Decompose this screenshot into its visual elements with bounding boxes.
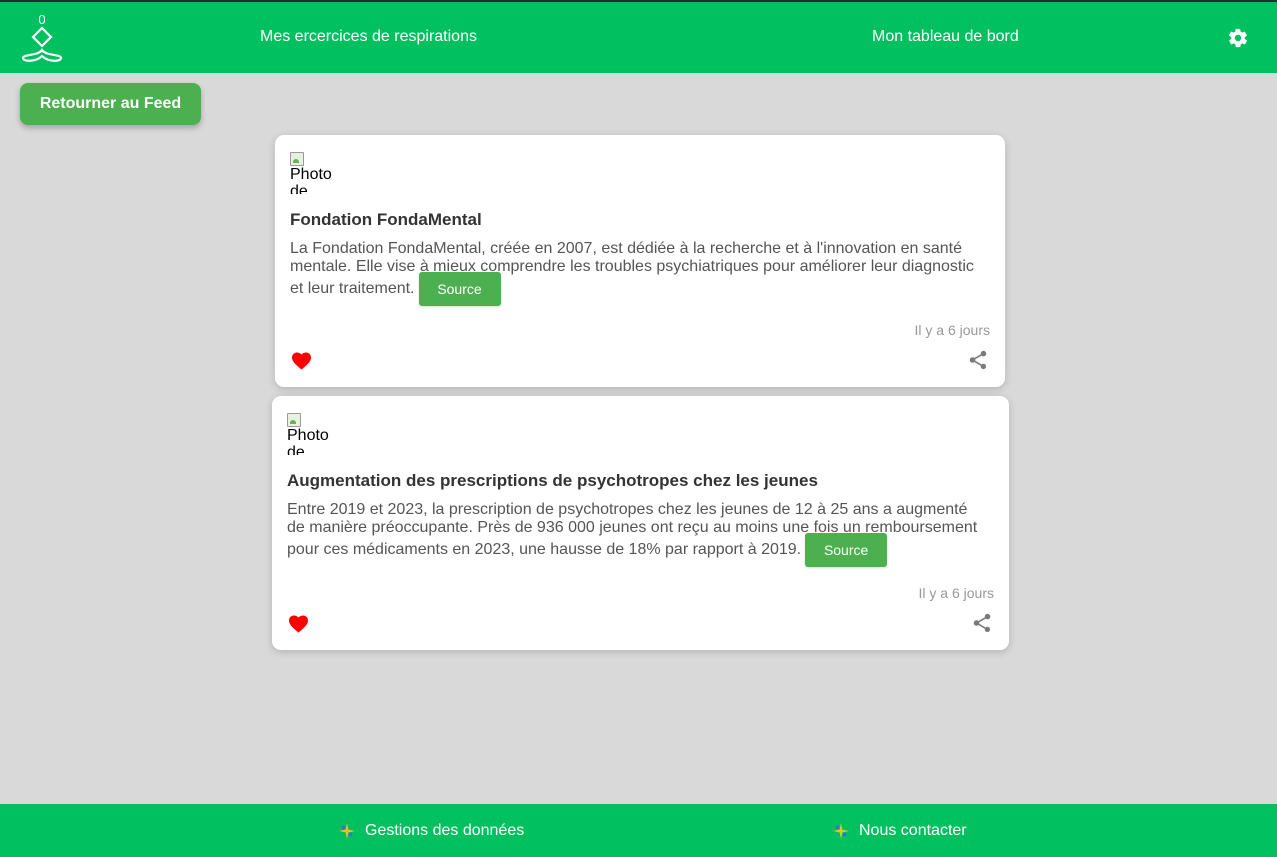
article-text: Entre 2019 et 2023, la prescription de p… xyxy=(287,501,999,567)
footer-contact-link[interactable]: Nous contacter xyxy=(832,822,967,840)
footer-data-management-label: Gestions des données xyxy=(365,822,525,839)
article-text-line: pour ces médicaments en 2023, une hausse… xyxy=(287,541,802,558)
source-button[interactable]: Source xyxy=(805,533,888,567)
article-card: Photo de Fondation FondaMental La Fondat… xyxy=(275,135,1005,387)
share-icon[interactable] xyxy=(971,612,993,634)
article-text-line: de manière préoccupante. Près de 936 000… xyxy=(287,519,978,536)
heart-icon[interactable] xyxy=(288,614,309,633)
share-icon[interactable] xyxy=(967,349,989,371)
article-timestamp: Il y a 6 jours xyxy=(914,322,990,338)
sparkle-icon xyxy=(832,822,850,840)
nav-breathing-exercises-link[interactable]: Mes ercercices de respirations xyxy=(260,28,477,46)
photo-alt-text: Photo xyxy=(287,427,329,444)
photo-alt-text: Photo xyxy=(290,166,332,183)
article-timestamp: Il y a 6 jours xyxy=(918,585,994,601)
nav-dashboard-link[interactable]: Mon tableau de bord xyxy=(872,28,1019,46)
heart-icon[interactable] xyxy=(291,351,312,370)
top-navbar: 0 Mes ercercices de respirations Mon tab… xyxy=(0,2,1277,73)
logo-char: 0 xyxy=(38,12,45,27)
article-text-line: La Fondation FondaMental, créée en 2007,… xyxy=(290,240,962,257)
article-photo: Photo de xyxy=(290,152,340,194)
article-text-line: et leur traitement. xyxy=(290,280,415,297)
article-text-line: Entre 2019 et 2023, la prescription de p… xyxy=(287,501,968,518)
footer-contact-label: Nous contacter xyxy=(859,822,967,839)
sparkle-icon xyxy=(338,822,356,840)
footer-data-management-link[interactable]: Gestions des données xyxy=(338,822,524,840)
article-photo: Photo de xyxy=(287,413,337,455)
article-title: Fondation FondaMental xyxy=(290,210,482,229)
back-to-feed-button[interactable]: Retourner au Feed xyxy=(20,83,201,125)
article-text: La Fondation FondaMental, créée en 2007,… xyxy=(290,240,995,306)
article-title: Augmentation des prescriptions de psycho… xyxy=(287,471,818,490)
footer: Gestions des données Nous contacter xyxy=(0,804,1277,857)
meditation-logo-icon[interactable]: 0 xyxy=(20,12,64,64)
article-text-line: mentale. Elle vise à mieux comprendre le… xyxy=(290,258,974,275)
article-card: Photo de Augmentation des prescriptions … xyxy=(272,396,1009,650)
broken-image-icon xyxy=(287,413,301,427)
source-button[interactable]: Source xyxy=(418,272,501,306)
gear-icon[interactable] xyxy=(1227,27,1249,49)
photo-alt-text-cut: de xyxy=(287,444,305,455)
broken-image-icon xyxy=(290,152,304,166)
photo-alt-text-cut: de xyxy=(290,183,308,194)
